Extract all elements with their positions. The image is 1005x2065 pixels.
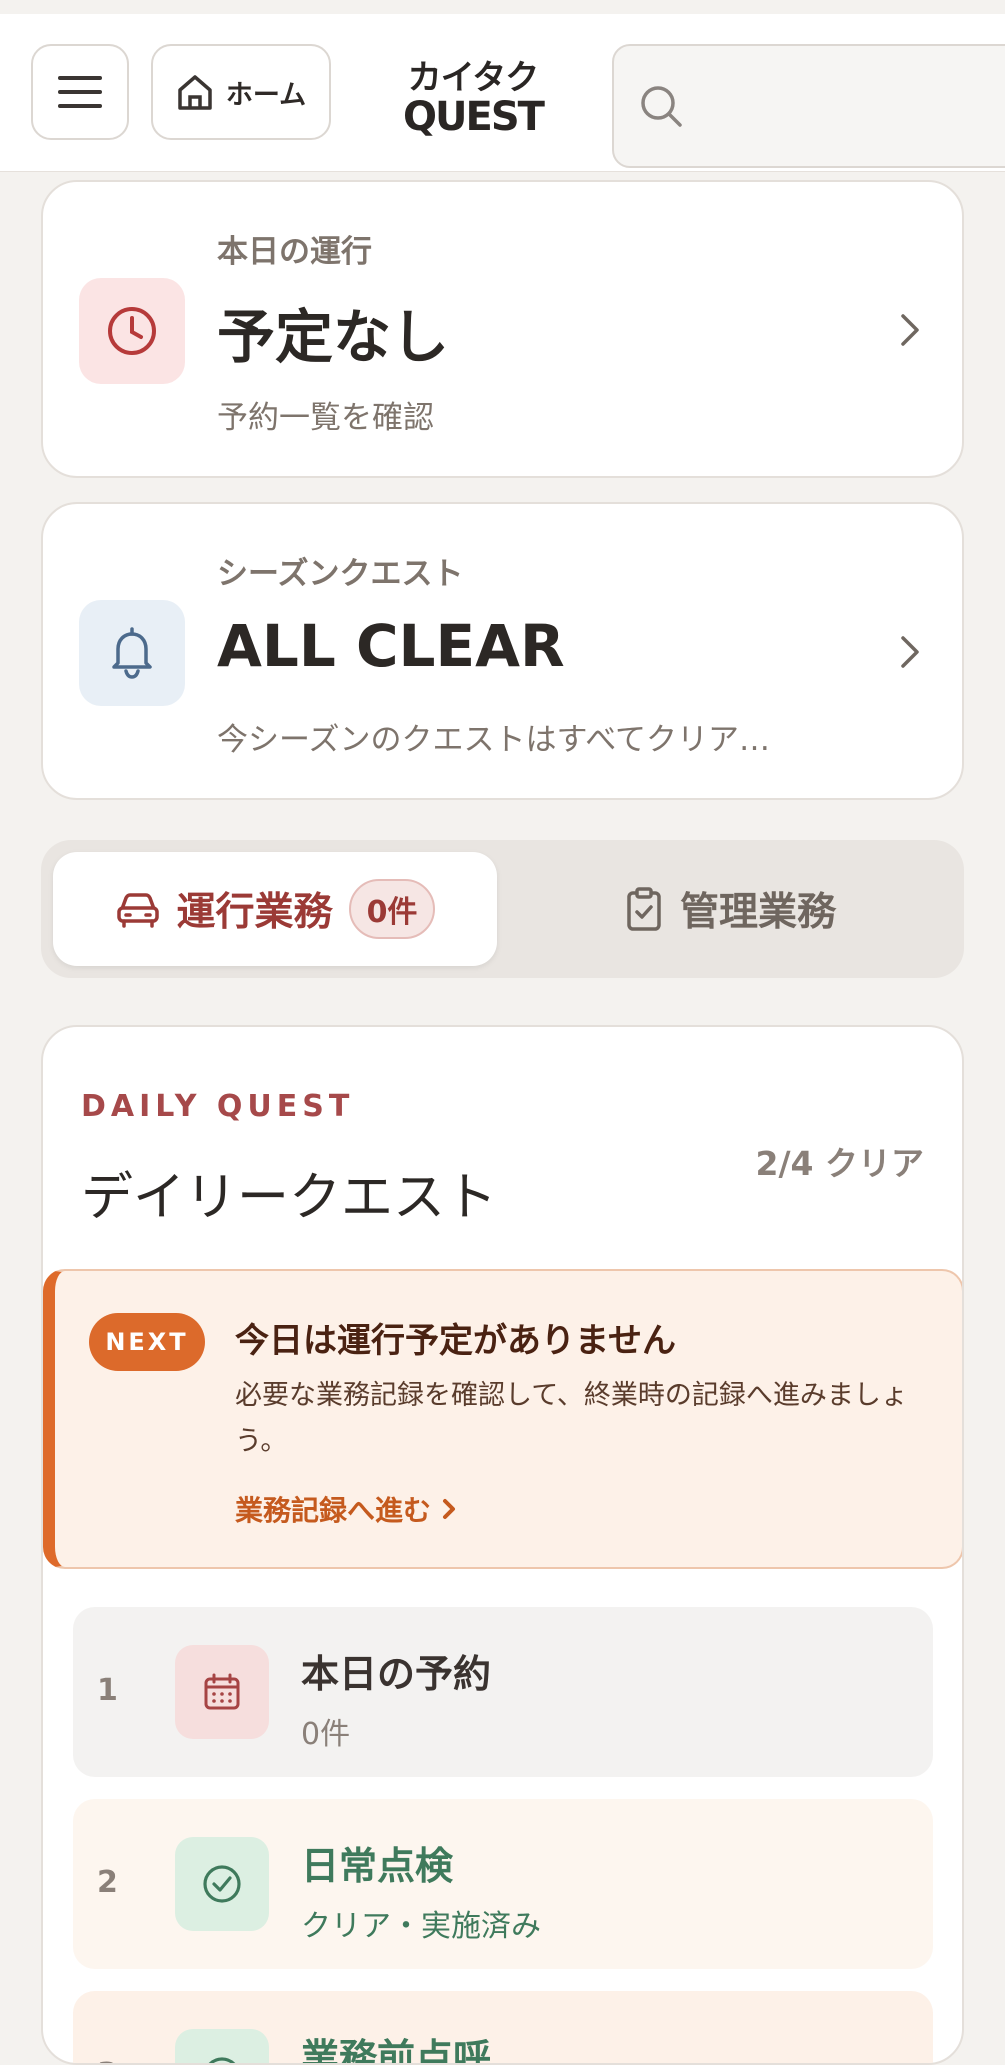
chevron-right-icon [901,636,919,668]
search-icon [641,86,682,127]
calendar-icon [204,1673,240,1710]
quest-item-title: 日常点検 [301,1844,454,1888]
tab-management-label: 管理業務 [679,890,836,935]
season-quest-caption: シーズンクエスト [217,556,464,592]
task-tabs: 運行業務 0件 管理業務 [41,840,964,978]
home-button[interactable]: ホーム [151,44,331,140]
car-icon [116,893,159,928]
search-box[interactable] [612,44,1005,168]
season-quest-subtitle: 今シーズンのクエストはすべてクリア… [217,722,771,758]
quest-item-title: 本日の予約 [301,1652,492,1696]
quest-item-daily-inspection[interactable]: 2 日常点検 クリア・実施済み [73,1799,933,1969]
quest-item-title: 業務前点呼 [301,2036,492,2065]
next-action-box: NEXT 今日は運行予定がありません 必要な業務記録を確認して、終業時の記録へ進… [43,1269,962,1569]
tab-management-tasks[interactable]: 管理業務 [508,852,952,966]
next-link[interactable]: 業務記録へ進む [235,1489,457,1529]
quest-item-pre-work-rollcall[interactable]: 3 業務前点呼 [73,1991,933,2065]
quest-item-icon-box [175,1837,269,1931]
today-operation-card[interactable]: 本日の運行 予定なし 予約一覧を確認 [41,180,964,478]
quest-item-subtitle: 0件 [301,1717,351,1752]
home-icon [178,75,212,110]
season-quest-card[interactable]: シーズンクエスト ALL CLEAR 今シーズンのクエストはすべてクリア… [41,502,964,800]
quest-item-number: 1 [97,1673,118,1708]
chevron-right-icon [901,314,919,346]
hamburger-icon [58,76,102,108]
quest-item-subtitle: クリア・実施済み [301,1909,541,1944]
clock-icon [108,307,156,355]
tab-operation-tasks[interactable]: 運行業務 0件 [53,852,497,966]
today-operation-caption: 本日の運行 [217,234,372,270]
quest-item-icon-box [175,1645,269,1739]
check-circle-icon [208,2057,236,2063]
next-link-label: 業務記録へ進む [235,1494,432,1527]
today-operation-value: 予定なし [217,303,450,371]
quest-item-number: 3 [97,2057,118,2063]
next-badge: NEXT [89,1313,205,1371]
logo-line-2: QUEST [403,94,545,140]
today-operation-icon-box [79,278,185,384]
season-quest-value: ALL CLEAR [217,612,565,680]
next-title: 今日は運行予定がありません [235,1321,676,1361]
tab-operation-count-badge: 0件 [348,879,436,939]
season-quest-icon-box [79,600,185,706]
chevron-right-icon [443,1499,456,1519]
daily-quest-card: DAILY QUEST デイリークエスト 2/4 クリア NEXT 今日は運行予… [41,1025,964,2065]
next-description: 必要な業務記録を確認して、終業時の記録へ進みましょう。 [235,1380,908,1457]
app-header: ホーム カイタク QUEST [0,14,1005,172]
search-input[interactable] [698,88,1005,124]
check-circle-icon [203,1865,241,1903]
clipboard-check-icon [627,887,661,931]
tab-operation-label: 運行業務 [176,890,333,935]
quest-item-number: 2 [97,1865,118,1900]
home-button-label: ホーム [225,79,307,111]
app-logo[interactable]: カイタク QUEST [398,54,548,144]
logo-line-1: カイタク [407,58,540,98]
daily-quest-progress: 2/4 クリア [755,1144,924,1183]
today-operation-subtitle: 予約一覧を確認 [217,400,434,436]
bell-icon [112,627,152,679]
daily-quest-title: デイリークエスト [81,1168,498,1228]
quest-item-reservations[interactable]: 1 本日の予約 0件 [73,1607,933,1777]
daily-quest-label: DAILY QUEST [81,1089,355,1124]
menu-button[interactable] [31,44,129,140]
quest-item-icon-box [175,2029,269,2063]
